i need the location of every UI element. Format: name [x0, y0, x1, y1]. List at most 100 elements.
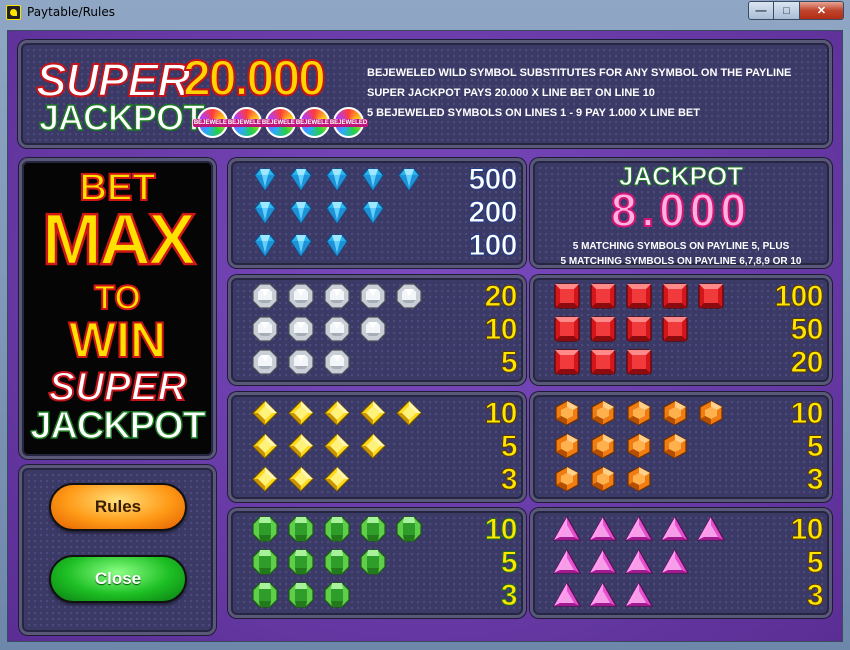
close-window-button[interactable]: ✕: [800, 1, 844, 20]
maximize-button[interactable]: □: [774, 1, 800, 20]
rule-line: SUPER JACKPOT PAYS 20.000 X LINE BET ON …: [367, 87, 655, 99]
green-octagon-gem-icon: [323, 548, 351, 576]
pay-value: 10: [484, 513, 518, 547]
red-square-gem-icon: [589, 282, 617, 310]
paytable-panel-blue-diamond: 500 200 100: [228, 158, 526, 268]
bejeweled-logo-icon: BEJEWELED: [294, 107, 335, 138]
red-square-gem-icon: [553, 348, 581, 376]
bet-max-panel: BET MAX TO WIN SUPER JACKPOT: [19, 158, 216, 459]
jackpot-title: JACKPOT: [38, 96, 206, 139]
blue-diamond-gem-icon: [287, 231, 315, 259]
blue-diamond-gem-icon: [251, 198, 279, 226]
blue-diamond-gem-icon: [323, 198, 351, 226]
red-square-gem-icon: [589, 348, 617, 376]
purple-triangle-gem-icon: [624, 548, 654, 576]
yellow-diamond-gem-icon: [359, 432, 387, 460]
white-round-gem-icon: [287, 348, 315, 376]
super-jackpot-banner: SUPER JACKPOT 20.000 BEJEWELED BEJEWELED B…: [18, 40, 832, 148]
jackpot-note: 5 MATCHING SYMBOLS ON PAYLINE 5, PLUS 5 …: [533, 239, 829, 269]
pay-value: 10: [484, 313, 518, 347]
pay-value: 3: [806, 463, 824, 497]
orange-hexagon-gem-icon: [661, 432, 689, 460]
orange-hexagon-gem-icon: [589, 399, 617, 427]
orange-hexagon-gem-icon: [589, 465, 617, 493]
white-round-gem-icon: [287, 315, 315, 343]
yellow-diamond-gem-icon: [287, 432, 315, 460]
yellow-diamond-gem-icon: [395, 399, 423, 427]
red-square-gem-icon: [553, 315, 581, 343]
pay-value: 100: [468, 229, 518, 263]
yellow-diamond-gem-icon: [251, 432, 279, 460]
jackpot-amount: 8.000: [610, 183, 752, 237]
pay-value: 10: [790, 397, 824, 431]
white-round-gem-icon: [287, 282, 315, 310]
app-icon: [6, 4, 21, 20]
buttons-panel: Rules Close: [19, 465, 216, 635]
title-bar[interactable]: Paytable/Rules — □ ✕: [0, 0, 850, 24]
pay-value: 3: [500, 579, 518, 613]
bejeweled-logo-icon: BEJEWELED: [260, 107, 301, 138]
yellow-diamond-gem-icon: [323, 432, 351, 460]
white-round-gem-icon: [251, 315, 279, 343]
red-square-gem-icon: [625, 315, 653, 343]
bet-max-max: MAX: [41, 199, 198, 282]
purple-triangle-gem-icon: [552, 548, 582, 576]
bet-max-win: WIN: [68, 311, 167, 369]
orange-hexagon-gem-icon: [625, 432, 653, 460]
jackpot-note-line: 5 MATCHING SYMBOLS ON PAYLINE 5, PLUS: [572, 241, 790, 252]
green-octagon-gem-icon: [251, 548, 279, 576]
white-round-gem-icon: [395, 282, 423, 310]
paytable-panel-red-square: 100 50 20: [530, 275, 832, 385]
yellow-diamond-gem-icon: [359, 399, 387, 427]
paytable-panel-white-round: 20 10 5: [228, 275, 526, 385]
pay-value: 20: [484, 280, 518, 314]
purple-triangle-gem-icon: [588, 548, 618, 576]
blue-diamond-gem-icon: [251, 165, 279, 193]
purple-triangle-gem-icon: [660, 515, 690, 543]
pay-value: 3: [806, 579, 824, 613]
close-button[interactable]: Close: [49, 555, 187, 603]
red-square-gem-icon: [553, 282, 581, 310]
paytable-window: Paytable/Rules — □ ✕ SUPER JACKPOT 20.00…: [0, 0, 850, 650]
banner-rules: BEJEWELED WILD SYMBOL SUBSTITUTES FOR AN…: [367, 63, 791, 123]
paytable-panel-orange-hexagon: 10 5 3: [530, 392, 832, 502]
paytable-panel-purple-triangle: 10 5 3: [530, 508, 832, 618]
bet-max-super: SUPER: [48, 364, 188, 410]
pay-value: 5: [500, 430, 518, 464]
pay-value: 500: [468, 163, 518, 197]
white-round-gem-icon: [323, 282, 351, 310]
red-square-gem-icon: [661, 315, 689, 343]
minimize-button[interactable]: —: [748, 1, 774, 20]
white-round-gem-icon: [251, 282, 279, 310]
pay-value: 20: [790, 346, 824, 380]
pay-value: 200: [468, 196, 518, 230]
yellow-diamond-gem-icon: [323, 465, 351, 493]
pay-value: 5: [500, 546, 518, 580]
red-square-gem-icon: [589, 315, 617, 343]
orange-hexagon-gem-icon: [625, 465, 653, 493]
white-round-gem-icon: [323, 348, 351, 376]
paytable-panel-green-octagon: 10 5 3: [228, 508, 526, 618]
blue-diamond-gem-icon: [359, 198, 387, 226]
bet-max-jackpot: JACKPOT: [29, 404, 206, 448]
white-round-gem-icon: [359, 282, 387, 310]
blue-diamond-gem-icon: [287, 198, 315, 226]
purple-triangle-gem-icon: [588, 581, 618, 609]
orange-hexagon-gem-icon: [625, 399, 653, 427]
red-square-gem-icon: [625, 348, 653, 376]
purple-triangle-gem-icon: [552, 581, 582, 609]
pay-value: 100: [774, 280, 824, 314]
pay-value: 50: [790, 313, 824, 347]
blue-diamond-gem-icon: [287, 165, 315, 193]
jackpot-note-line: 5 MATCHING SYMBOLS ON PAYLINE 6,7,8,9 OR…: [560, 256, 802, 267]
green-octagon-gem-icon: [251, 515, 279, 543]
rules-button[interactable]: Rules: [49, 483, 187, 531]
red-square-gem-icon: [661, 282, 689, 310]
pay-value: 5: [806, 546, 824, 580]
orange-hexagon-gem-icon: [661, 399, 689, 427]
yellow-diamond-gem-icon: [251, 399, 279, 427]
pay-value: 10: [790, 513, 824, 547]
bejeweled-logo-icon: BEJEWELED: [226, 107, 267, 138]
orange-hexagon-gem-icon: [553, 432, 581, 460]
pay-value: 5: [500, 346, 518, 380]
